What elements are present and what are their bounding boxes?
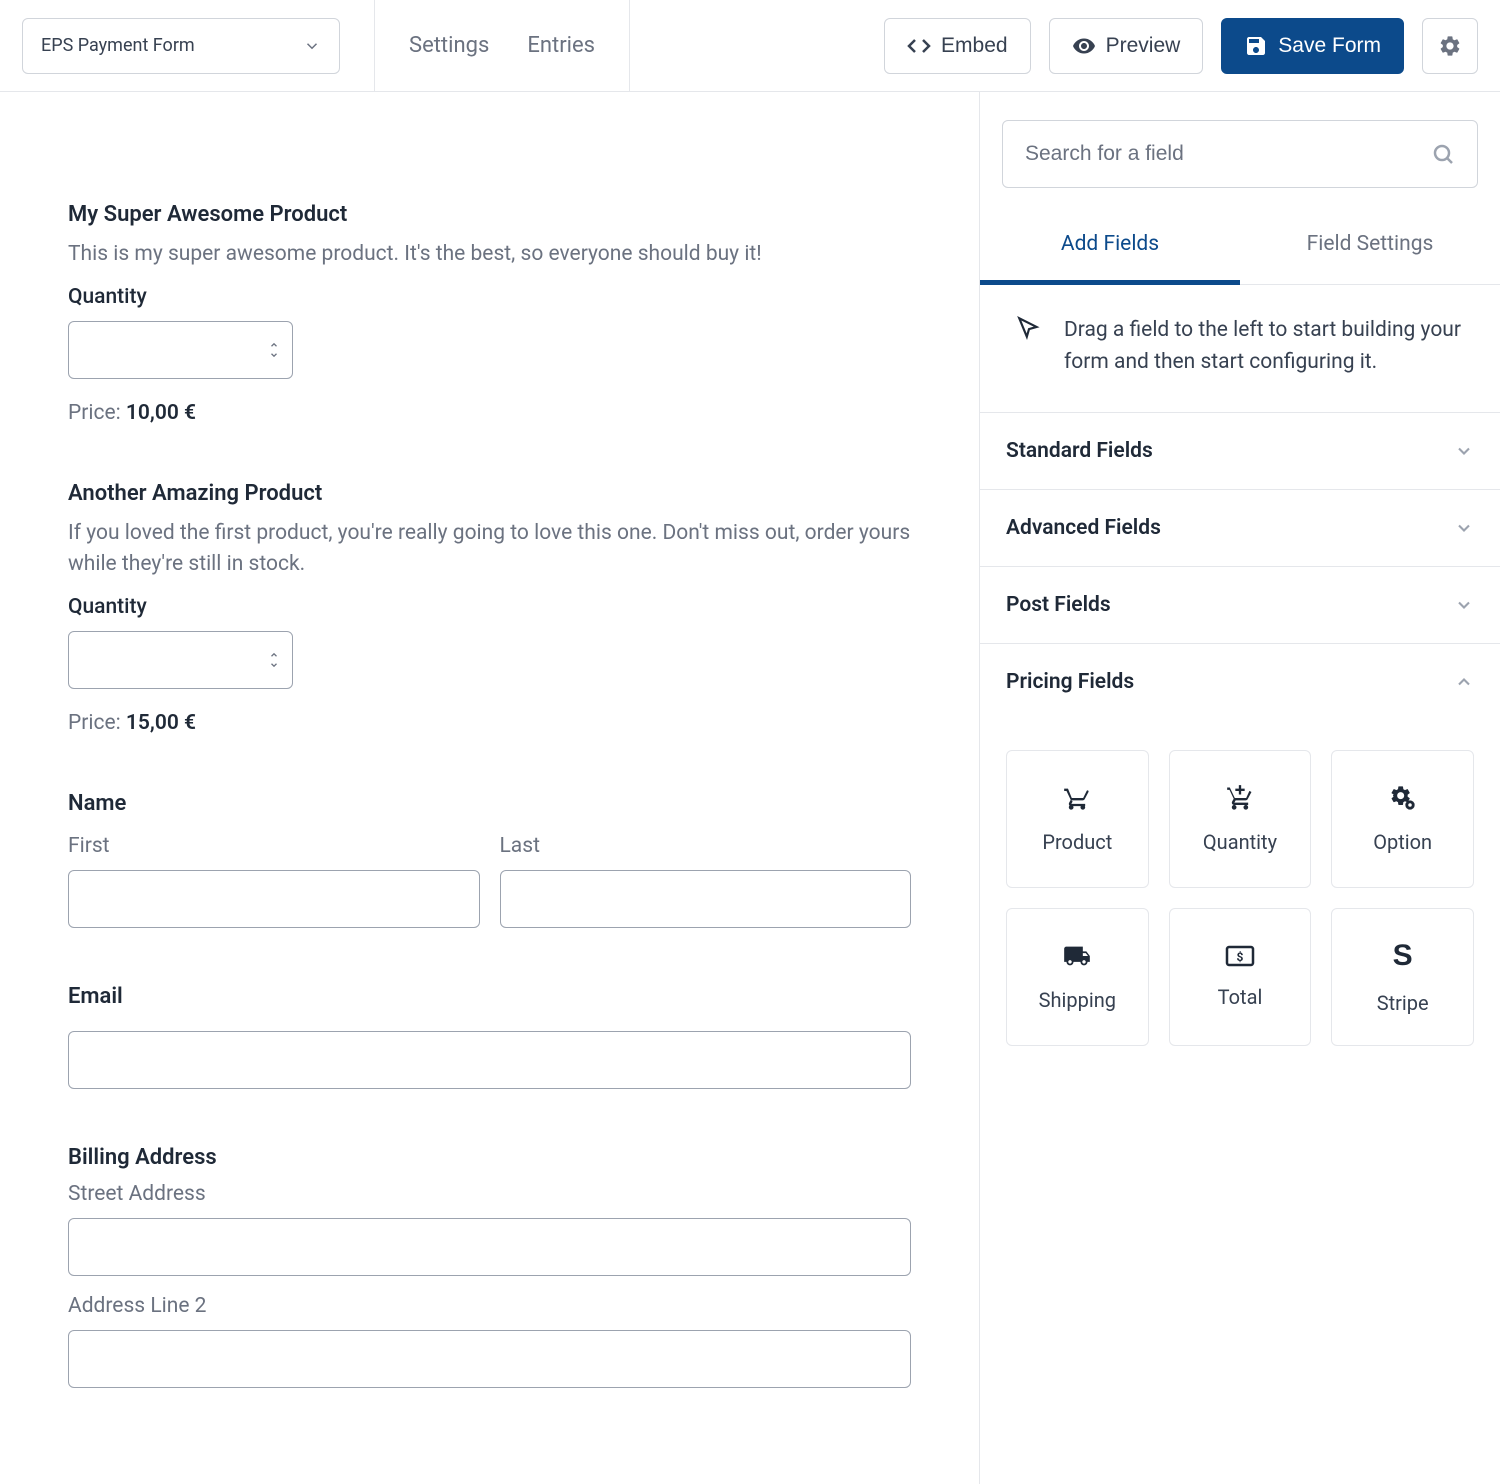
action-buttons: Embed Preview Save Form — [884, 18, 1478, 74]
save-label: Save Form — [1278, 34, 1381, 58]
embed-label: Embed — [941, 34, 1008, 58]
search-field-box[interactable] — [1002, 120, 1478, 188]
chevron-down-icon — [303, 37, 321, 55]
chevron-up-icon — [1454, 672, 1474, 692]
field-card-stripe[interactable]: S Stripe — [1331, 908, 1474, 1046]
cursor-icon — [1016, 315, 1042, 341]
email-field: Email — [68, 984, 911, 1089]
main: My Super Awesome Product This is my supe… — [0, 92, 1500, 1484]
divider — [374, 0, 375, 92]
field-card-product[interactable]: Product — [1006, 750, 1149, 888]
card-label: Quantity — [1203, 830, 1277, 854]
save-icon — [1244, 34, 1268, 58]
quantity-stepper[interactable] — [68, 631, 293, 689]
settings-icon-button[interactable] — [1422, 18, 1478, 74]
field-card-quantity[interactable]: Quantity — [1169, 750, 1312, 888]
divider — [629, 0, 630, 92]
section-standard-fields[interactable]: Standard Fields — [980, 413, 1500, 490]
chevron-down-icon — [1454, 441, 1474, 461]
last-name-input[interactable] — [500, 870, 912, 928]
section-advanced-fields[interactable]: Advanced Fields — [980, 490, 1500, 567]
product2-desc: If you loved the first product, you're r… — [68, 518, 911, 581]
product2-title: Another Amazing Product — [68, 481, 911, 506]
product1-title: My Super Awesome Product — [68, 202, 911, 227]
nav-entries[interactable]: Entries — [527, 33, 595, 58]
field-card-shipping[interactable]: Shipping — [1006, 908, 1149, 1046]
hint-text: Drag a field to the left to start buildi… — [1064, 315, 1474, 378]
section-label: Advanced Fields — [1006, 516, 1161, 540]
billing-label: Billing Address — [68, 1145, 911, 1170]
section-label: Standard Fields — [1006, 439, 1153, 463]
cart-icon — [1063, 784, 1091, 812]
name-field: Name First Last — [68, 791, 911, 928]
topbar: EPS Payment Form Settings Entries Embed … — [0, 0, 1500, 92]
code-icon — [907, 34, 931, 58]
section-pricing-fields[interactable]: Pricing Fields — [980, 644, 1500, 720]
email-input[interactable] — [68, 1031, 911, 1089]
drag-hint: Drag a field to the left to start buildi… — [980, 285, 1500, 413]
eye-icon — [1072, 34, 1096, 58]
first-name-label: First — [68, 834, 480, 858]
product-field-2: Another Amazing Product If you loved the… — [68, 481, 911, 735]
billing-address-field: Billing Address Street Address Address L… — [68, 1145, 911, 1388]
embed-button[interactable]: Embed — [884, 18, 1031, 74]
section-post-fields[interactable]: Post Fields — [980, 567, 1500, 644]
card-label: Product — [1042, 830, 1112, 854]
truck-icon — [1063, 942, 1091, 970]
product2-price: Price: 15,00 € — [68, 711, 911, 735]
chevron-down-icon — [1454, 595, 1474, 615]
name-label: Name — [68, 791, 911, 816]
tab-add-fields[interactable]: Add Fields — [980, 208, 1240, 284]
card-label: Stripe — [1377, 991, 1429, 1015]
product-field-1: My Super Awesome Product This is my supe… — [68, 202, 911, 425]
preview-button[interactable]: Preview — [1049, 18, 1204, 74]
street-input[interactable] — [68, 1218, 911, 1276]
product1-qty-label: Quantity — [68, 285, 911, 309]
line2-input[interactable] — [68, 1330, 911, 1388]
money-icon: $ — [1225, 945, 1255, 967]
search-icon — [1431, 142, 1455, 166]
card-label: Total — [1218, 985, 1263, 1009]
pricing-fields-content: Product Quantity Option — [980, 720, 1500, 1076]
product1-qty-input[interactable] — [68, 321, 293, 379]
gear-icon — [1438, 34, 1462, 58]
form-canvas: My Super Awesome Product This is my supe… — [0, 92, 980, 1484]
save-button[interactable]: Save Form — [1221, 18, 1404, 74]
chevron-down-icon — [1454, 518, 1474, 538]
preview-label: Preview — [1106, 34, 1181, 58]
product2-qty-input[interactable] — [68, 631, 293, 689]
field-card-option[interactable]: Option — [1331, 750, 1474, 888]
stepper-icon[interactable] — [267, 340, 281, 360]
line2-label: Address Line 2 — [68, 1294, 911, 1318]
quantity-stepper[interactable] — [68, 321, 293, 379]
field-card-total[interactable]: $ Total — [1169, 908, 1312, 1046]
section-label: Pricing Fields — [1006, 670, 1134, 694]
card-label: Option — [1373, 830, 1432, 854]
first-name-input[interactable] — [68, 870, 480, 928]
product1-desc: This is my super awesome product. It's t… — [68, 239, 911, 271]
product2-qty-label: Quantity — [68, 595, 911, 619]
stepper-icon[interactable] — [267, 650, 281, 670]
form-selector-label: EPS Payment Form — [41, 35, 195, 56]
nav-settings[interactable]: Settings — [409, 33, 489, 58]
search-input[interactable] — [1025, 142, 1431, 166]
last-name-label: Last — [500, 834, 912, 858]
gears-icon — [1389, 784, 1417, 812]
section-label: Post Fields — [1006, 593, 1111, 617]
form-selector[interactable]: EPS Payment Form — [22, 18, 340, 74]
tab-field-settings[interactable]: Field Settings — [1240, 208, 1500, 284]
sidebar: Add Fields Field Settings Drag a field t… — [980, 92, 1500, 1484]
product1-price: Price: 10,00 € — [68, 401, 911, 425]
cart-add-icon — [1226, 784, 1254, 812]
stripe-icon: S — [1393, 939, 1413, 973]
card-label: Shipping — [1039, 988, 1116, 1012]
top-nav: Settings Entries — [409, 33, 595, 58]
email-label: Email — [68, 984, 911, 1009]
street-label: Street Address — [68, 1182, 911, 1206]
sidebar-tabs: Add Fields Field Settings — [980, 208, 1500, 285]
svg-text:$: $ — [1237, 950, 1244, 964]
